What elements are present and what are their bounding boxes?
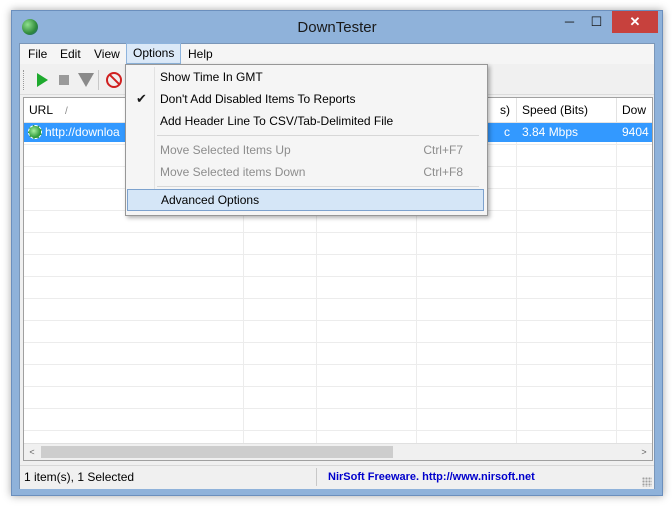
cell-speed: 3.84 Mbps xyxy=(522,125,579,139)
checkmark-icon: ✔ xyxy=(136,91,147,106)
no-entry-icon[interactable] xyxy=(104,70,124,90)
menu-item-shortcut: Ctrl+F8 xyxy=(423,165,463,179)
column-header-url-label: URL xyxy=(29,103,54,117)
scroll-thumb[interactable] xyxy=(41,446,393,458)
menu-view[interactable]: View xyxy=(88,44,126,64)
scroll-left-icon[interactable]: < xyxy=(24,444,40,460)
menu-options[interactable]: Options xyxy=(126,43,182,64)
grid-line xyxy=(516,123,517,444)
menu-item-label: Move Selected items Down xyxy=(160,165,306,179)
close-button[interactable]: ✕ xyxy=(612,11,658,33)
horizontal-scrollbar[interactable]: < > xyxy=(24,443,652,460)
resize-grip-icon[interactable] xyxy=(642,477,652,487)
menu-item-label: Add Header Line To CSV/Tab-Delimited Fil… xyxy=(160,114,394,128)
menu-item-dont-add-disabled[interactable]: ✔ Don't Add Disabled Items To Reports xyxy=(128,88,483,110)
sort-indicator-icon: / xyxy=(65,106,68,117)
play-icon[interactable] xyxy=(32,70,52,90)
options-dropdown-menu: Show Time In GMT ✔ Don't Add Disabled It… xyxy=(125,64,488,216)
nirsoft-link[interactable]: NirSoft Freeware. http://www.nirsoft.net xyxy=(328,468,535,486)
toolbar-grip[interactable] xyxy=(23,70,26,90)
menu-item-add-header-line[interactable]: Add Header Line To CSV/Tab-Delimited Fil… xyxy=(128,110,483,132)
toolbar-separator xyxy=(98,70,99,90)
menu-file[interactable]: File xyxy=(22,44,53,64)
menu-bar: File Edit View Options Help xyxy=(20,43,654,64)
title-bar[interactable]: DownTester ─ ☐ ✕ xyxy=(12,11,662,43)
menu-item-label: Advanced Options xyxy=(161,193,260,207)
status-bar: 1 item(s), 1 Selected NirSoft Freeware. … xyxy=(20,465,654,489)
menu-item-label: Show Time In GMT xyxy=(160,70,263,84)
column-header-speed[interactable]: Speed (Bits) xyxy=(517,98,617,122)
menu-edit[interactable]: Edit xyxy=(54,44,87,64)
column-header-download[interactable]: Dow xyxy=(617,98,652,122)
scroll-right-icon[interactable]: > xyxy=(636,444,652,460)
menu-item-show-time-gmt[interactable]: Show Time In GMT xyxy=(128,66,483,88)
column-header-url[interactable]: URL / xyxy=(24,98,128,122)
menu-item-label: Move Selected Items Up xyxy=(160,143,291,157)
grid-line xyxy=(616,123,617,444)
down-triangle-icon[interactable] xyxy=(76,70,96,90)
menu-item-move-down[interactable]: Move Selected items Down Ctrl+F8 xyxy=(128,161,483,183)
maximize-button[interactable]: ☐ xyxy=(583,11,610,33)
menu-item-move-up[interactable]: Move Selected Items Up Ctrl+F7 xyxy=(128,139,483,161)
menu-help[interactable]: Help xyxy=(182,44,219,64)
menu-item-label: Don't Add Disabled Items To Reports xyxy=(160,92,356,106)
minimize-button[interactable]: ─ xyxy=(556,11,583,33)
menu-item-advanced-options[interactable]: Advanced Options xyxy=(127,189,484,211)
menu-separator xyxy=(157,135,479,136)
menu-separator xyxy=(157,186,479,187)
cell-url: http://downloa xyxy=(45,125,120,139)
stop-icon[interactable] xyxy=(54,70,74,90)
cell-download: 9404 xyxy=(622,125,649,139)
menu-item-shortcut: Ctrl+F7 xyxy=(423,143,463,157)
status-item-count: 1 item(s), 1 Selected xyxy=(22,468,317,486)
